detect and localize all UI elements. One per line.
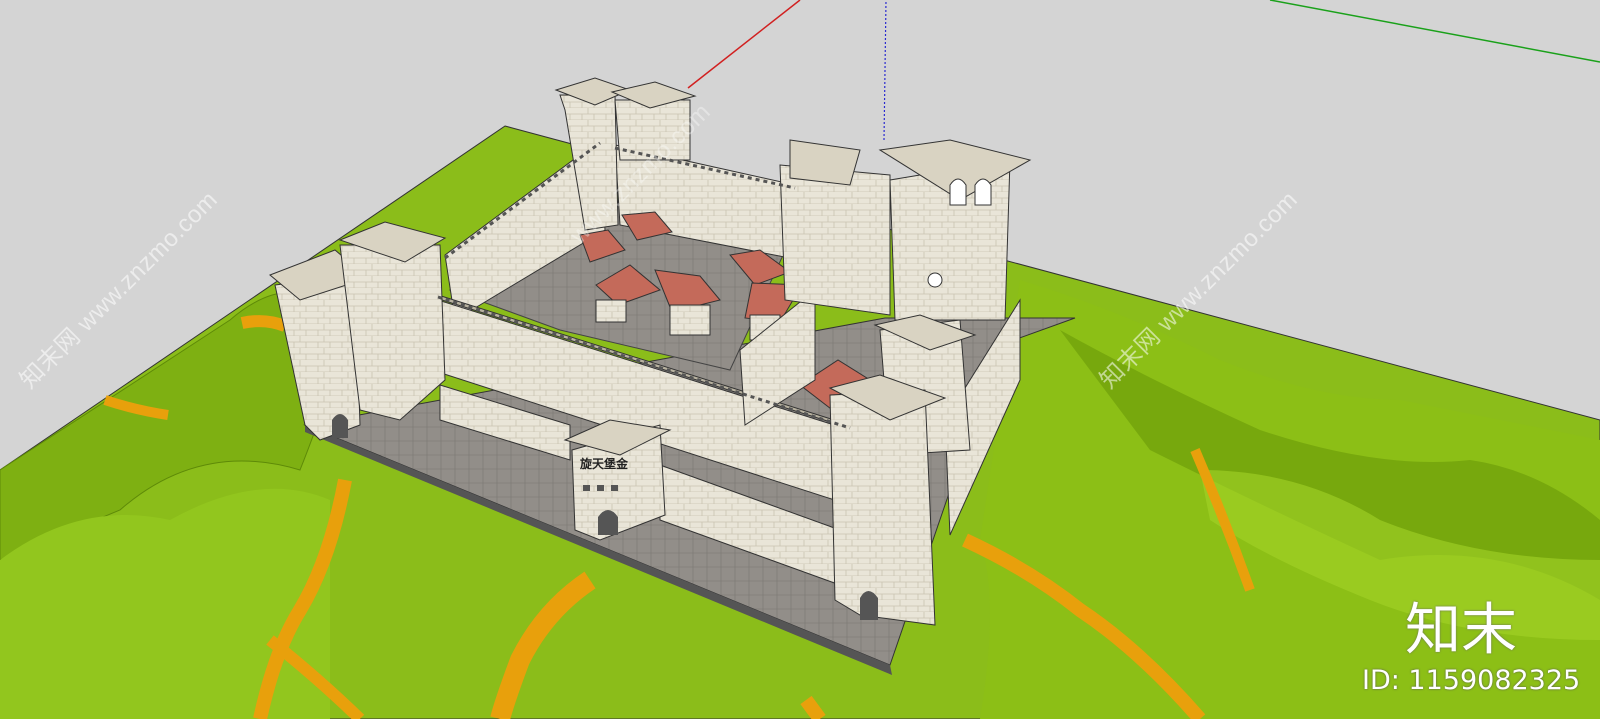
gate-doorway	[598, 510, 618, 535]
castle-tower-right-keep	[779, 164, 891, 316]
brand-logo-text: 知末	[1405, 598, 1517, 663]
asset-id-label: ID: 1159082325	[1362, 665, 1581, 696]
tower-doorway	[332, 414, 348, 438]
tower-window	[974, 178, 992, 206]
building	[595, 299, 627, 323]
3d-model-viewport[interactable]: 旋天堡金 知末网 www.znzmo.com 知末网 www.znzmo.com…	[0, 0, 1600, 719]
castle-tower-right-keep-top	[789, 139, 861, 186]
tower-window	[927, 272, 943, 288]
castle-model-render: 旋天堡金	[0, 0, 1600, 719]
terrain-path	[240, 315, 288, 332]
green-axis-line	[1269, 0, 1600, 63]
gate-window	[597, 485, 604, 491]
blue-axis-line	[883, 0, 887, 141]
tower-window	[949, 178, 967, 206]
building	[669, 304, 711, 336]
red-axis-line	[687, 0, 801, 89]
gate-sign-text: 旋天堡金	[579, 456, 629, 471]
tower-doorway	[860, 591, 878, 620]
gate-window	[611, 485, 618, 491]
gate-window	[583, 485, 590, 491]
